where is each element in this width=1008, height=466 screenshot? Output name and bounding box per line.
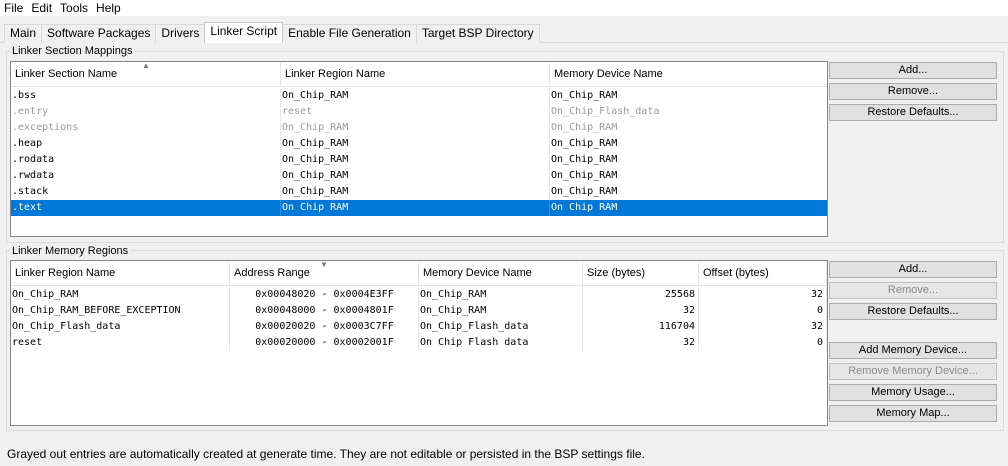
table-cell-region: On_Chip_RAM <box>281 136 550 152</box>
table-cell-section: .bss <box>11 88 281 104</box>
table-cell-offset: 32 <box>699 319 827 335</box>
add-memory-device-button[interactable]: Add Memory Device... <box>829 342 997 359</box>
column-header-region-name[interactable]: Linker Region Name <box>11 261 230 285</box>
table-row[interactable]: On_Chip_RAM 0x00048020 - 0x0004E3FF On_Chi… <box>11 287 827 303</box>
column-header-offset[interactable]: Offset (bytes) <box>699 261 827 285</box>
table-cell-range: 0x00048020 - 0x0004E3FF <box>230 287 419 303</box>
grayed-entries-note: Grayed out entries are automatically cre… <box>7 447 645 461</box>
remove-memory-device-button[interactable]: Remove Memory Device... <box>829 363 997 380</box>
tab-enable-file-generation[interactable]: Enable File Generation <box>282 24 417 43</box>
tab-target-bsp-directory[interactable]: Target BSP Directory <box>415 24 540 43</box>
table-cell-region: On_Chip_RAM <box>11 287 230 303</box>
table-row[interactable]: .stack On_Chip_RAM On_Chip_RAM <box>11 184 827 200</box>
table-cell-device: On_Chip_RAM <box>419 287 583 303</box>
table-cell-region: On_Chip_Flash_data <box>11 319 230 335</box>
table-cell-device: On_Chip_RAM <box>550 184 827 200</box>
table-cell-offset: 0 <box>699 335 827 351</box>
tab-linker-script[interactable]: Linker Script <box>204 22 284 43</box>
table-cell-section: .stack <box>11 184 281 200</box>
section-mappings-header: Linker Section Name ▲ Linker Region Name… <box>11 62 827 87</box>
menu-help[interactable]: Help <box>92 0 125 16</box>
table-cell-device: On_Chip_Flash_data <box>419 319 583 335</box>
table-cell-device: On_Chip_RAM <box>550 120 827 136</box>
table-row[interactable]: On_Chip_Flash_data 0x00020020 - 0x0003C7F… <box>11 319 827 335</box>
column-header-size[interactable]: Size (bytes) <box>583 261 699 285</box>
menu-tools[interactable]: Tools <box>56 0 92 16</box>
table-row[interactable]: .exceptions On_Chip_RAM On_Chip_RAM <box>11 120 827 136</box>
sort-up-icon: ▲ <box>142 61 150 70</box>
table-cell-section: .heap <box>11 136 281 152</box>
memory-regions-title: Linker Memory Regions <box>10 245 131 257</box>
table-cell-device: On_Chip_Flash_data <box>550 104 827 120</box>
table-cell-device: On_Chip_RAM <box>550 88 827 104</box>
section-mappings-table: Linker Section Name ▲ Linker Region Name… <box>10 61 828 237</box>
table-cell-device: On Chip Flash data <box>419 335 583 351</box>
section-add-button[interactable]: Add... <box>829 62 997 79</box>
table-cell-offset: 32 <box>699 287 827 303</box>
table-cell-range: 0x00020000 - 0x0002001F <box>230 335 419 351</box>
table-cell-region: On_Chip_RAM <box>281 168 550 184</box>
table-cell-size: 32 <box>583 303 699 319</box>
table-cell-device: On_Chip_RAM <box>419 303 583 319</box>
table-cell-size: 32 <box>583 335 699 351</box>
table-row[interactable]: .entry reset On_Chip_Flash_data <box>11 104 827 120</box>
memory-regions-table: Linker Region Name Address Range ▼ Memor… <box>10 260 828 426</box>
region-add-button[interactable]: Add... <box>829 261 997 278</box>
table-row[interactable]: reset 0x00020000 - 0x0002001F On Chip Flas… <box>11 335 827 351</box>
memory-regions-header: Linker Region Name Address Range ▼ Memor… <box>11 261 827 286</box>
tab-software-packages[interactable]: Software Packages <box>41 24 157 43</box>
memory-usage-button[interactable]: Memory Usage... <box>829 384 997 401</box>
table-cell-offset: 0 <box>699 303 827 319</box>
section-mappings-title: Linker Section Mappings <box>10 45 135 57</box>
table-cell-range: 0x00048000 - 0x0004801F <box>230 303 419 319</box>
table-cell-region: reset <box>281 104 550 120</box>
table-cell-region: On Chip RAM <box>281 200 550 216</box>
table-cell-device: On Chip RAM <box>550 200 827 216</box>
table-row[interactable]: .bss On_Chip_RAM On_Chip_RAM <box>11 88 827 104</box>
table-row[interactable]: .heap On_Chip_RAM On_Chip_RAM <box>11 136 827 152</box>
table-cell-device: On_Chip_RAM <box>550 136 827 152</box>
tab-bar: Main Software Packages Drivers Linker Sc… <box>4 22 540 43</box>
table-cell-region: On_Chip_RAM <box>281 152 550 168</box>
menu-file[interactable]: File <box>0 0 27 16</box>
table-row[interactable]: On_Chip_RAM_BEFORE_EXCEPTION 0x00048000 -… <box>11 303 827 319</box>
menu-edit[interactable]: Edit <box>27 0 56 16</box>
table-cell-section: .rwdata <box>11 168 281 184</box>
table-cell-size: 25568 <box>583 287 699 303</box>
sort-down-icon: ▼ <box>320 260 328 269</box>
region-restore-defaults-button[interactable]: Restore Defaults... <box>829 303 997 320</box>
tab-drivers[interactable]: Drivers <box>155 24 206 43</box>
table-cell-region: On_Chip_RAM <box>281 184 550 200</box>
table-cell-size: 116704 <box>583 319 699 335</box>
table-cell-region: On_Chip_RAM <box>281 120 550 136</box>
table-row[interactable]: .rodata On_Chip_RAM On_Chip_RAM <box>11 152 827 168</box>
table-cell-section: .entry <box>11 104 281 120</box>
table-cell-device: On_Chip_RAM <box>550 152 827 168</box>
table-cell-range: 0x00020020 - 0x0003C7FF <box>230 319 419 335</box>
table-cell-region: On_Chip_RAM <box>281 88 550 104</box>
table-cell-section: .rodata <box>11 152 281 168</box>
table-cell-region: On_Chip_RAM_BEFORE_EXCEPTION <box>11 303 230 319</box>
tab-main[interactable]: Main <box>4 24 43 43</box>
section-restore-defaults-button[interactable]: Restore Defaults... <box>829 104 997 121</box>
column-header-device-name[interactable]: Memory Device Name <box>419 261 583 285</box>
column-header-region-name[interactable]: Linker Region Name <box>281 62 550 86</box>
table-cell-device: On_Chip_RAM <box>550 168 827 184</box>
section-remove-button[interactable]: Remove... <box>829 83 997 100</box>
table-cell-section: .exceptions <box>11 120 281 136</box>
memory-map-button[interactable]: Memory Map... <box>829 405 997 422</box>
table-cell-section: .text <box>11 200 281 216</box>
column-header-device-name[interactable]: Memory Device Name <box>550 62 827 86</box>
table-row[interactable]: .rwdata On_Chip_RAM On_Chip_RAM <box>11 168 827 184</box>
table-row[interactable]: .text On Chip RAM On Chip RAM <box>11 200 827 216</box>
region-remove-button[interactable]: Remove... <box>829 282 997 299</box>
menu-bar: File Edit Tools Help <box>0 0 1008 16</box>
table-cell-region: reset <box>11 335 230 351</box>
